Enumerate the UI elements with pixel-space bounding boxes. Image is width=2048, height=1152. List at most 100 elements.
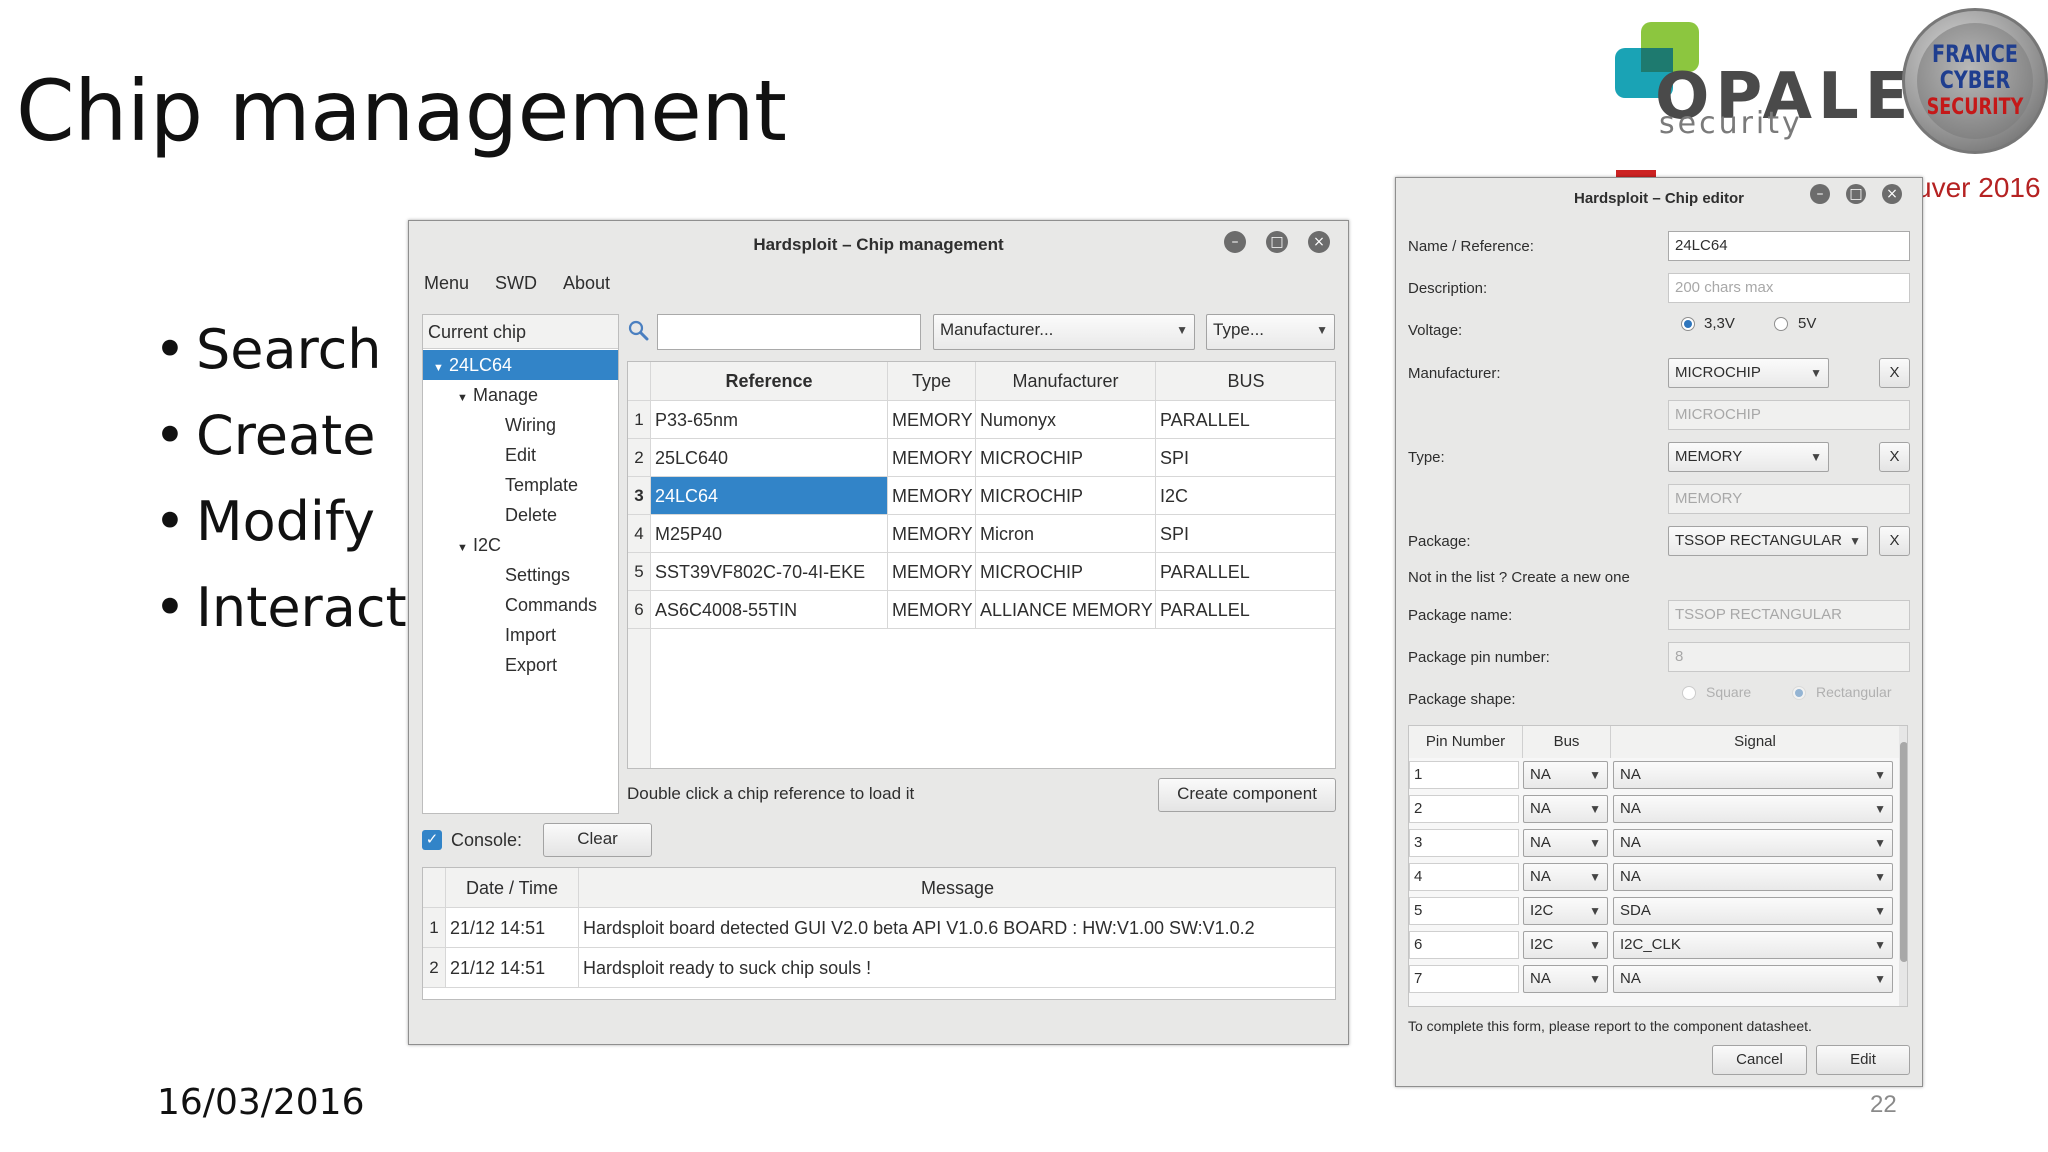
pin-bus-select[interactable]: NA ▼ [1523, 829, 1608, 857]
col-bus[interactable]: BUS [1156, 362, 1336, 400]
table-row[interactable]: 2 25LC640 MEMORY MICROCHIP SPI [628, 439, 1335, 477]
pin-signal-select[interactable]: NA ▼ [1613, 863, 1893, 891]
pin-signal-select[interactable]: NA ▼ [1613, 795, 1893, 823]
shape-square-radio[interactable] [1682, 686, 1696, 700]
maximize-icon[interactable]: □ [1846, 184, 1866, 204]
pin-bus-select[interactable]: NA ▼ [1523, 795, 1608, 823]
cell-manufacturer[interactable]: MICROCHIP [976, 439, 1156, 476]
clear-console-button[interactable]: Clear [543, 823, 652, 857]
cell-type[interactable]: MEMORY [888, 401, 976, 438]
voltage-3v3-radio[interactable] [1681, 317, 1695, 331]
cell-reference[interactable]: SST39VF802C-70-4I-EKE [651, 553, 888, 590]
pin-number[interactable]: 7 [1409, 965, 1519, 993]
cell-manufacturer[interactable]: Numonyx [976, 401, 1156, 438]
pin-signal-select[interactable]: NA ▼ [1613, 761, 1893, 789]
cell-manufacturer[interactable]: MICROCHIP [976, 477, 1156, 514]
cell-manufacturer[interactable]: Micron [976, 515, 1156, 552]
chip-management-titlebar[interactable]: Hardsploit – Chip management – □ × [409, 221, 1348, 269]
tree-node-i2c[interactable]: ▼ I2C [423, 530, 618, 560]
col-manufacturer[interactable]: Manufacturer [976, 362, 1156, 400]
cell-type[interactable]: MEMORY [888, 439, 976, 476]
shape-rectangular-radio[interactable] [1792, 686, 1806, 700]
package-name-input[interactable]: TSSOP RECTANGULAR [1668, 600, 1910, 630]
col-type[interactable]: Type [888, 362, 976, 400]
tree-item-export[interactable]: Export [423, 650, 618, 680]
pin-signal-select[interactable]: NA ▼ [1613, 965, 1893, 993]
new-manufacturer-input[interactable]: MICROCHIP [1668, 400, 1910, 430]
close-icon[interactable]: × [1882, 184, 1902, 204]
clear-type-button[interactable]: X [1879, 442, 1910, 472]
pin-number[interactable]: 4 [1409, 863, 1519, 891]
table-row[interactable]: 6 AS6C4008-55TIN MEMORY ALLIANCE MEMORY … [628, 591, 1335, 629]
table-row[interactable]: 1 P33-65nm MEMORY Numonyx PARALLEL [628, 401, 1335, 439]
cell-reference[interactable]: M25P40 [651, 515, 888, 552]
pin-number[interactable]: 2 [1409, 795, 1519, 823]
pin-number[interactable]: 3 [1409, 829, 1519, 857]
search-input[interactable] [657, 314, 921, 350]
pin-bus-select[interactable]: NA ▼ [1523, 761, 1608, 789]
menu-item-about[interactable]: About [563, 273, 610, 294]
tree-item-commands[interactable]: Commands [423, 590, 618, 620]
tree-item-wiring[interactable]: Wiring [423, 410, 618, 440]
cell-reference[interactable]: 25LC640 [651, 439, 888, 476]
expand-arrow-icon[interactable]: ▼ [457, 533, 473, 563]
pin-number[interactable]: 1 [1409, 761, 1519, 789]
clear-manufacturer-button[interactable]: X [1879, 358, 1910, 388]
col-signal[interactable]: Signal [1611, 726, 1899, 758]
cell-type[interactable]: MEMORY [888, 591, 976, 628]
edit-button[interactable]: Edit [1816, 1045, 1910, 1075]
expand-arrow-icon[interactable]: ▼ [457, 383, 473, 413]
table-row[interactable]: 4 M25P40 MEMORY Micron SPI [628, 515, 1335, 553]
tree-item-delete[interactable]: Delete [423, 500, 618, 530]
col-message[interactable]: Message [579, 868, 1336, 907]
name-input[interactable]: 24LC64 [1668, 231, 1910, 261]
tree-node-chip[interactable]: ▼ 24LC64 [423, 350, 618, 380]
new-type-input[interactable]: MEMORY [1668, 484, 1910, 514]
tree-item-edit[interactable]: Edit [423, 440, 618, 470]
pin-signal-select[interactable]: NA ▼ [1613, 829, 1893, 857]
pin-table-scrollbar[interactable] [1899, 726, 1907, 1006]
minimize-icon[interactable]: – [1810, 184, 1830, 204]
package-pin-input[interactable]: 8 [1668, 642, 1910, 672]
cell-bus[interactable]: SPI [1156, 439, 1336, 476]
cell-reference[interactable]: P33-65nm [651, 401, 888, 438]
pin-number[interactable]: 6 [1409, 931, 1519, 959]
pin-number[interactable]: 5 [1409, 897, 1519, 925]
col-bus[interactable]: Bus [1523, 726, 1611, 758]
create-component-button[interactable]: Create component [1158, 778, 1336, 812]
console-checkbox[interactable]: ✓ [422, 830, 442, 850]
table-row-selected[interactable]: 3 24LC64 MEMORY MICROCHIP I2C [628, 477, 1335, 515]
pin-signal-select[interactable]: I2C_CLK ▼ [1613, 931, 1893, 959]
pin-bus-select[interactable]: NA ▼ [1523, 965, 1608, 993]
expand-arrow-icon[interactable]: ▼ [433, 353, 449, 383]
cell-type[interactable]: MEMORY [888, 477, 976, 514]
maximize-icon[interactable]: □ [1266, 231, 1288, 253]
tree-item-template[interactable]: Template [423, 470, 618, 500]
type-filter[interactable]: Type... ▼ [1206, 314, 1335, 350]
type-select[interactable]: MEMORY ▼ [1668, 442, 1829, 472]
pin-signal-select[interactable]: SDA ▼ [1613, 897, 1893, 925]
pin-bus-select[interactable]: I2C ▼ [1523, 931, 1608, 959]
pin-bus-select[interactable]: NA ▼ [1523, 863, 1608, 891]
voltage-5v-radio[interactable] [1774, 317, 1788, 331]
tree-node-manage[interactable]: ▼ Manage [423, 380, 618, 410]
table-row[interactable]: 5 SST39VF802C-70-4I-EKE MEMORY MICROCHIP… [628, 553, 1335, 591]
cell-bus[interactable]: I2C [1156, 477, 1336, 514]
pin-bus-select[interactable]: I2C ▼ [1523, 897, 1608, 925]
col-pin-number[interactable]: Pin Number [1409, 726, 1523, 758]
cell-bus[interactable]: SPI [1156, 515, 1336, 552]
description-input[interactable]: 200 chars max [1668, 273, 1910, 303]
col-datetime[interactable]: Date / Time [446, 868, 579, 907]
cell-type[interactable]: MEMORY [888, 515, 976, 552]
manufacturer-select[interactable]: MICROCHIP ▼ [1668, 358, 1829, 388]
tree-item-import[interactable]: Import [423, 620, 618, 650]
close-icon[interactable]: × [1308, 231, 1330, 253]
manufacturer-filter[interactable]: Manufacturer... ▼ [933, 314, 1195, 350]
scrollbar-thumb[interactable] [1900, 742, 1907, 962]
cell-manufacturer[interactable]: MICROCHIP [976, 553, 1156, 590]
cell-bus[interactable]: PARALLEL [1156, 591, 1336, 628]
cell-reference[interactable]: AS6C4008-55TIN [651, 591, 888, 628]
cell-bus[interactable]: PARALLEL [1156, 401, 1336, 438]
cell-manufacturer[interactable]: ALLIANCE MEMORY [976, 591, 1156, 628]
cell-type[interactable]: MEMORY [888, 553, 976, 590]
